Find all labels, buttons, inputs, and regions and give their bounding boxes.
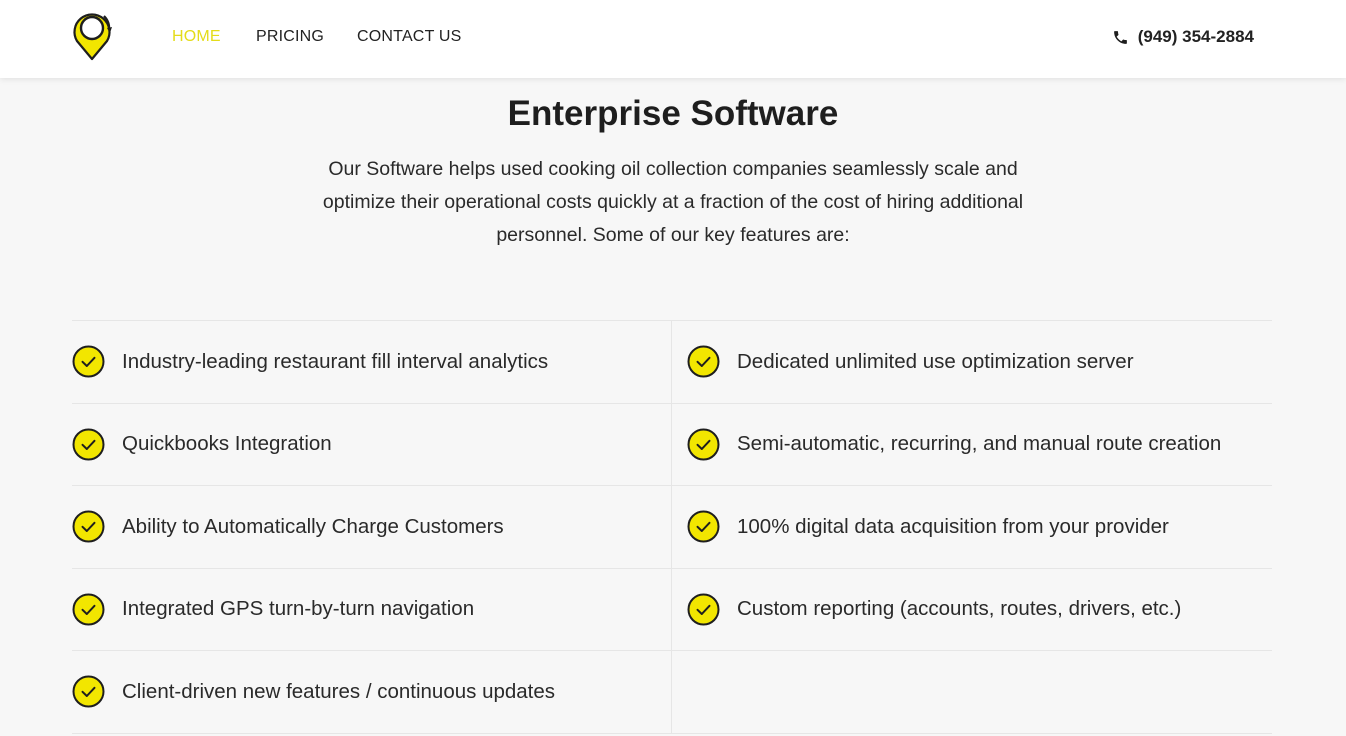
feature-item: Custom reporting (accounts, routes, driv… (672, 569, 1272, 651)
feature-empty-cell (672, 651, 1272, 734)
nav-home-link[interactable]: HOME (172, 28, 221, 46)
check-circle-icon (72, 510, 105, 543)
feature-label: Ability to Automatically Charge Customer… (122, 514, 504, 538)
feature-label: Custom reporting (accounts, routes, driv… (737, 597, 1182, 621)
check-circle-icon (72, 345, 105, 378)
feature-label: Integrated GPS turn-by-turn navigation (122, 597, 475, 621)
top-navbar: HOME PRICING CONTACT US (949) 354-2884 (0, 0, 1346, 78)
feature-item: Dedicated unlimited use optimization ser… (672, 321, 1272, 404)
logo-icon[interactable] (71, 8, 115, 62)
feature-item: Integrated GPS turn-by-turn navigation (72, 568, 672, 651)
feature-item: Ability to Automatically Charge Customer… (72, 486, 672, 569)
feature-item: Industry-leading restaurant fill interva… (72, 321, 672, 404)
intro-paragraph: Our Software helps used cooking oil coll… (322, 158, 1024, 246)
feature-item: Client-driven new features / continuous … (72, 651, 672, 734)
feature-label: 100% digital data acquisition from your … (737, 514, 1169, 538)
feature-item: 100% digital data acquisition from your … (672, 486, 1272, 569)
feature-label: Dedicated unlimited use optimization ser… (737, 349, 1134, 373)
phone-link[interactable]: (949) 354-2884 (1112, 27, 1254, 47)
phone-number: (949) 354-2884 (1137, 27, 1254, 46)
check-circle-icon (72, 675, 105, 708)
page-title: Enterprise Software (507, 94, 839, 133)
check-circle-icon (687, 428, 720, 461)
check-circle-icon (72, 428, 105, 461)
nav-contact-link[interactable]: CONTACT US (357, 28, 462, 46)
check-circle-icon (72, 593, 105, 626)
feature-label: Quickbooks Integration (122, 432, 332, 456)
feature-label: Client-driven new features / continuous … (122, 679, 556, 703)
check-circle-icon (687, 593, 720, 626)
features-grid: Industry-leading restaurant fill interva… (72, 320, 1272, 734)
feature-item: Semi-automatic, recurring, and manual ro… (672, 404, 1272, 486)
feature-label: Semi-automatic, recurring, and manual ro… (737, 432, 1222, 456)
phone-icon (1112, 29, 1129, 46)
check-circle-icon (687, 345, 720, 378)
nav-pricing-link[interactable]: PRICING (256, 28, 324, 46)
feature-item: Quickbooks Integration (72, 403, 672, 486)
check-circle-icon (687, 510, 720, 543)
feature-label: Industry-leading restaurant fill interva… (122, 349, 549, 373)
